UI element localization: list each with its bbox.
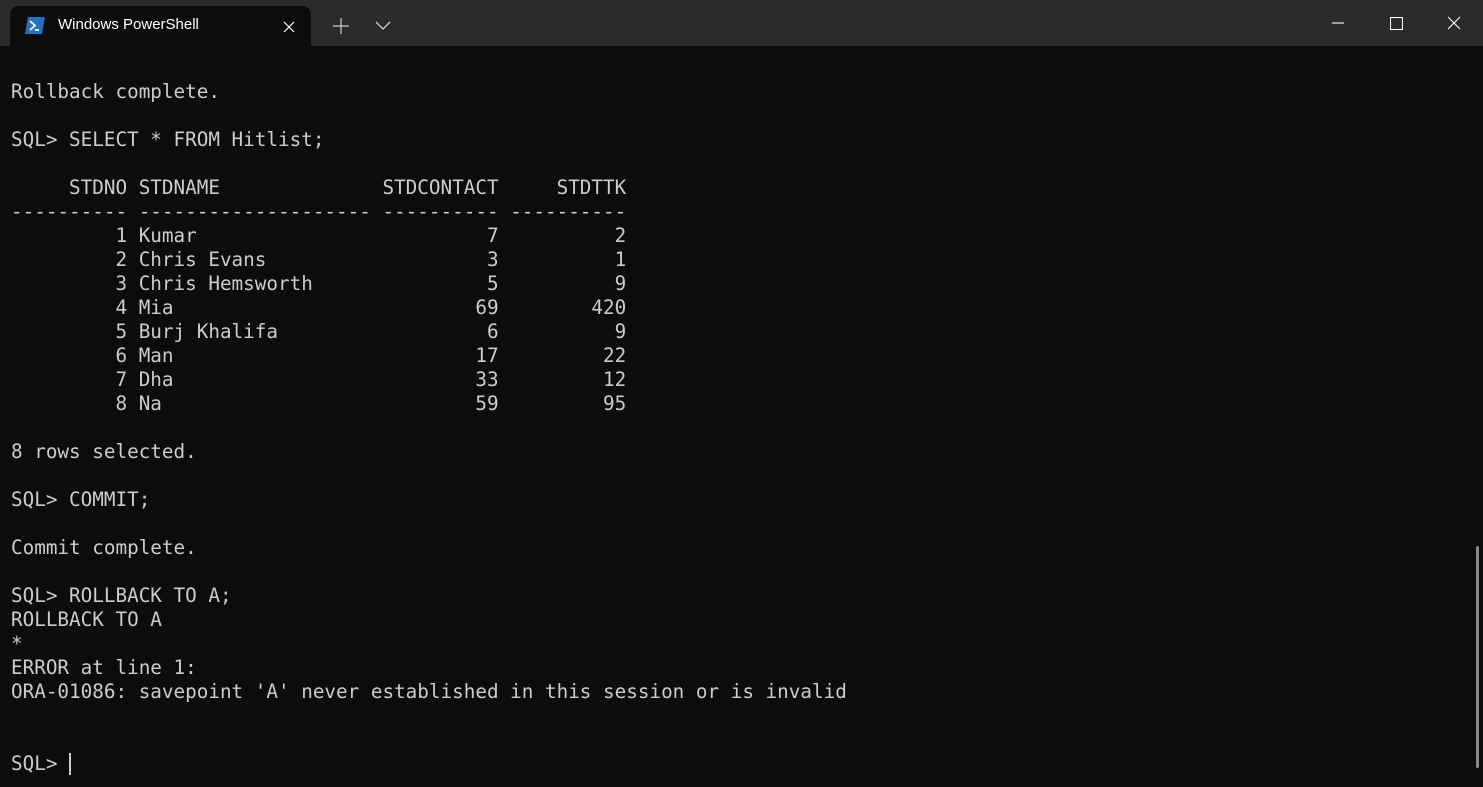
table-row: 5 Burj Khalifa 6 9 — [11, 320, 627, 343]
tab-title: Windows PowerShell — [58, 16, 199, 33]
minimize-icon — [1332, 22, 1344, 24]
prompt-line[interactable]: SQL> — [11, 752, 1451, 776]
error-message: ORA-01086: savepoint 'A' never establish… — [11, 680, 847, 703]
table-row: 1 Kumar 7 2 — [11, 224, 627, 247]
close-window-button[interactable] — [1425, 0, 1483, 46]
terminal-line: Commit complete. — [11, 536, 197, 559]
terminal-output[interactable]: Rollback complete. SQL> SELECT * FROM Hi… — [11, 80, 1451, 780]
plus-icon — [333, 18, 349, 34]
text-cursor — [69, 753, 72, 775]
terminal-line: SQL> SELECT * FROM Hitlist; — [11, 128, 325, 151]
close-icon — [1447, 16, 1461, 30]
table-row: 4 Mia 69 420 — [11, 296, 627, 319]
terminal-line: SQL> ROLLBACK TO A; — [11, 584, 232, 607]
table-separator: ---------- -------------------- --------… — [11, 200, 627, 223]
terminal-window: Windows PowerShell Rollback complete. SQ… — [0, 0, 1483, 787]
title-bar: Windows PowerShell — [0, 0, 1483, 46]
tab-close-button[interactable] — [278, 16, 300, 38]
powershell-icon — [25, 17, 45, 34]
maximize-button[interactable] — [1367, 0, 1425, 46]
terminal-line: SQL> COMMIT; — [11, 488, 151, 511]
table-row: 6 Man 17 22 — [11, 344, 627, 367]
terminal-line: ROLLBACK TO A — [11, 608, 162, 631]
table-row: 3 Chris Hemsworth 5 9 — [11, 272, 627, 295]
terminal-line: Rollback complete. — [11, 80, 220, 103]
close-icon — [283, 21, 295, 33]
tab-windows-powershell[interactable]: Windows PowerShell — [10, 6, 311, 46]
new-tab-button[interactable] — [326, 12, 356, 40]
table-header: STDNO STDNAME STDCONTACT STDTTK — [11, 176, 627, 199]
maximize-icon — [1389, 16, 1403, 30]
tab-dropdown-button[interactable] — [368, 12, 398, 40]
terminal-line: * — [11, 632, 23, 655]
sql-prompt: SQL> — [11, 752, 70, 775]
terminal-line: ERROR at line 1: — [11, 656, 197, 679]
table-row: 2 Chris Evans 3 1 — [11, 248, 627, 271]
table-row: 8 Na 59 95 — [11, 392, 627, 415]
table-row: 7 Dha 33 12 — [11, 368, 627, 391]
chevron-down-icon — [375, 21, 391, 30]
minimize-button[interactable] — [1309, 0, 1367, 46]
terminal-line: 8 rows selected. — [11, 440, 197, 463]
scrollbar-thumb[interactable] — [1476, 546, 1479, 768]
